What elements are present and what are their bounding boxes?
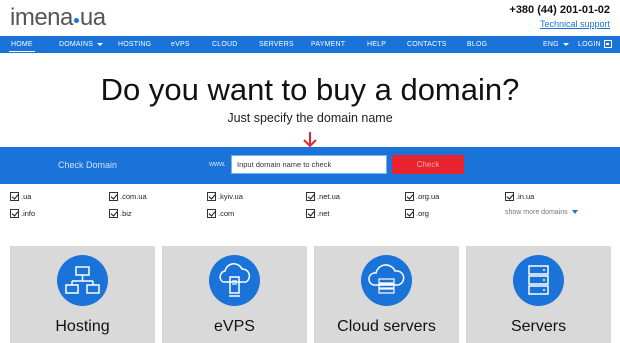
zone-label: .net.ua [317,192,340,201]
nav-home[interactable]: HOME [9,36,35,53]
zone-label: .com.ua [120,192,147,201]
zone-checkbox-net[interactable]: .net [306,209,330,219]
zone-label: .kyiv.ua [218,192,243,201]
checkbox[interactable] [10,209,19,218]
nav-domains[interactable]: DOMAINS [59,36,104,53]
hero-title: Do you want to buy a domain? [100,72,520,107]
check-domain-label: Check Domain [58,160,118,170]
network-diagram-icon [57,255,108,306]
arrow-down-icon [303,132,317,148]
zone-checkbox-org-ua[interactable]: .org.ua [405,192,439,202]
zone-checkbox-kyiv-ua[interactable]: .kyiv.ua [207,192,243,202]
cloud-server-icon [209,255,260,306]
site-header: imena ua +380 (44) 201-01-02 Technical su… [0,0,620,36]
domain-search-input[interactable] [231,155,387,174]
server-tower-icon [513,255,564,306]
show-more-domains-link[interactable]: show more domains [505,209,578,216]
nav-hosting[interactable]: HOSTING [118,36,151,53]
show-more-label: show more domains [505,209,568,216]
login-label: LOGIN [578,41,601,48]
check-button[interactable]: Check [392,155,464,174]
checkbox[interactable] [306,192,315,201]
hero-subtitle: Just specify the domain name [227,111,393,125]
domain-check-bar: Check Domain www. Check [0,147,620,184]
zone-checkbox-biz[interactable]: .biz [109,209,132,219]
zone-checkbox-com[interactable]: .com [207,209,234,219]
checkbox[interactable] [10,192,19,201]
zone-label: .info [21,209,36,218]
zone-checkbox-com-ua[interactable]: .com.ua [109,192,147,202]
service-card-servers[interactable]: Servers [466,246,611,343]
service-card-cloud-servers[interactable]: Cloud servers [314,246,459,343]
zone-label: .in.ua [516,192,535,201]
service-title: Cloud servers [337,318,436,335]
login-icon [603,40,612,49]
nav-payment[interactable]: PAYMENT [311,36,345,53]
chevron-down-icon [562,42,569,46]
nav-blog[interactable]: BLOG [467,36,487,53]
www-prefix: www. [209,161,226,168]
nav-evps[interactable]: eVPS [171,36,190,53]
checkbox[interactable] [109,209,118,218]
phone-number: +380 (44) 201-01-02 [509,4,610,16]
zone-label: .org.ua [416,192,440,201]
site-logo[interactable]: imena ua [10,4,106,32]
zone-checkbox-in-ua[interactable]: .in.ua [505,192,534,202]
login-link[interactable]: LOGIN [578,36,612,53]
zone-checkbox-net-ua[interactable]: .net.ua [306,192,340,202]
chevron-down-icon [571,210,578,215]
language-label: ENG [543,41,559,48]
checkbox[interactable] [109,192,118,201]
language-selector[interactable]: ENG [543,36,569,53]
zone-label: .biz [120,209,132,218]
zone-label: .net [317,209,330,218]
nav-servers[interactable]: SERVERS [259,36,294,53]
technical-support-link[interactable]: Technical support [540,19,610,29]
service-title: Hosting [55,318,110,335]
service-card-hosting[interactable]: Hosting [10,246,155,343]
cloud-rack-icon [361,255,412,306]
nav-help[interactable]: HELP [367,36,386,53]
checkbox[interactable] [306,209,315,218]
service-title: Servers [510,318,567,335]
zone-label: .org [416,209,429,218]
zone-label: .com [218,209,235,218]
main-nav: HOME DOMAINS HOSTING eVPS CLOUD SERVERS … [0,36,620,53]
logo-text-left: imena [10,4,73,31]
checkbox[interactable] [207,209,216,218]
checkbox[interactable] [207,192,216,201]
zone-checkbox-ua[interactable]: .ua [10,192,31,202]
chevron-down-icon [97,42,104,46]
logo-dot [73,18,79,23]
checkbox[interactable] [405,192,414,201]
nav-contacts[interactable]: CONTACTS [407,36,447,53]
checkbox[interactable] [405,209,414,218]
zone-label: .ua [21,192,32,201]
service-title: eVPS [214,318,255,335]
service-card-evps[interactable]: eVPS [162,246,307,343]
zone-checkbox-org[interactable]: .org [405,209,429,219]
logo-text-right: ua [79,4,106,31]
nav-cloud[interactable]: CLOUD [212,36,238,53]
checkbox[interactable] [505,192,514,201]
zone-checkbox-info[interactable]: .info [10,209,35,219]
nav-domains-label: DOMAINS [59,41,94,48]
